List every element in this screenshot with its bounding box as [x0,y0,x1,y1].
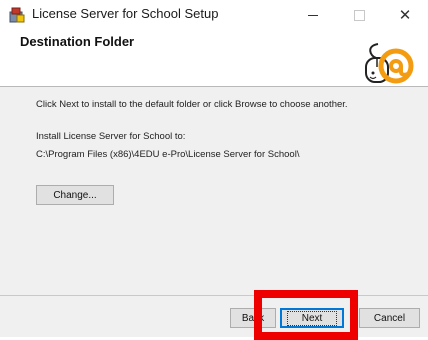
install-label: Install License Server for School to: [36,131,186,142]
content-area: Click Next to install to the default fol… [0,87,428,295]
title-bar[interactable]: License Server for School Setup ✕ [0,0,428,30]
cancel-button-label: Cancel [373,312,406,324]
page-title: Destination Folder [20,34,135,49]
install-path: C:\Program Files (x86)\4EDU e-Pro\Licens… [36,149,300,160]
instruction-text: Click Next to install to the default fol… [36,99,348,110]
setup-app-icon [8,6,26,24]
change-button-label: Change... [53,189,97,201]
highlight-box [254,290,358,340]
close-button[interactable]: ✕ [382,0,428,30]
header-banner: Destination Folder [0,30,428,87]
minimize-icon [308,14,318,16]
change-button[interactable]: Change... [36,185,114,205]
close-icon: ✕ [398,7,412,24]
window-title: License Server for School Setup [32,6,219,21]
maximize-button[interactable] [336,0,382,30]
at-mouse-logo-icon [365,43,414,84]
cancel-button[interactable]: Cancel [359,308,420,328]
footer: Back Next Cancel [0,296,428,337]
maximize-icon [353,9,365,21]
setup-window: License Server for School Setup ✕ Destin… [0,0,428,340]
minimize-button[interactable] [290,0,336,30]
